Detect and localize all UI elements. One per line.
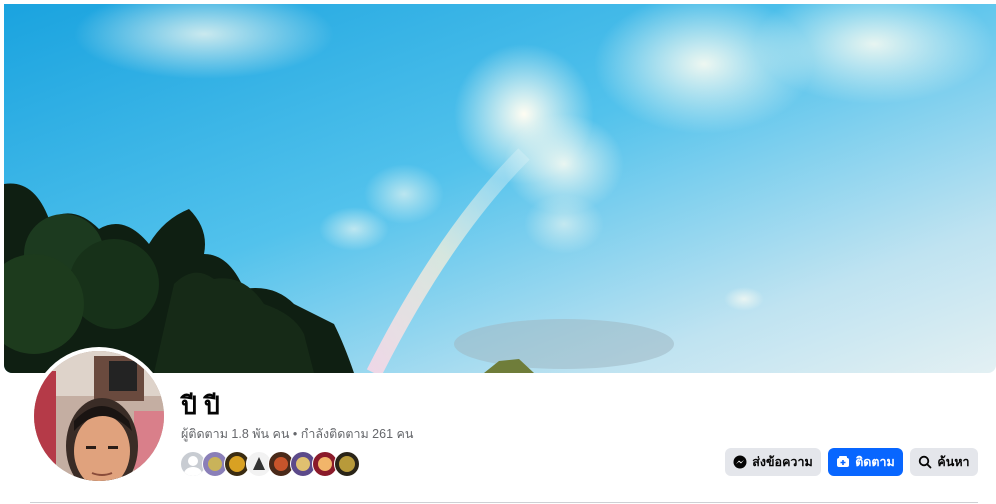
messenger-icon	[733, 455, 747, 469]
message-button[interactable]: ส่งข้อความ	[725, 448, 821, 476]
search-button[interactable]: ค้นหา	[910, 448, 978, 476]
profile-name: ปี ปี	[181, 392, 220, 420]
follow-button-label: ติดตาม	[855, 455, 895, 469]
cover-photo[interactable]	[4, 4, 996, 373]
follow-button[interactable]: ติดตาม	[828, 448, 903, 476]
cover-image	[4, 4, 996, 373]
message-button-label: ส่งข้อความ	[752, 455, 813, 469]
search-button-label: ค้นหา	[937, 455, 970, 469]
follow-icon	[836, 455, 850, 469]
profile-avatar[interactable]	[30, 347, 168, 485]
follower-stats[interactable]: ผู้ติดตาม 1.8 พัน คน • กำลังติดตาม 261 ค…	[181, 426, 413, 442]
avatar-photo	[34, 351, 164, 481]
friend-avatar[interactable]	[334, 451, 360, 477]
search-icon	[918, 455, 932, 469]
header-divider	[30, 502, 978, 503]
